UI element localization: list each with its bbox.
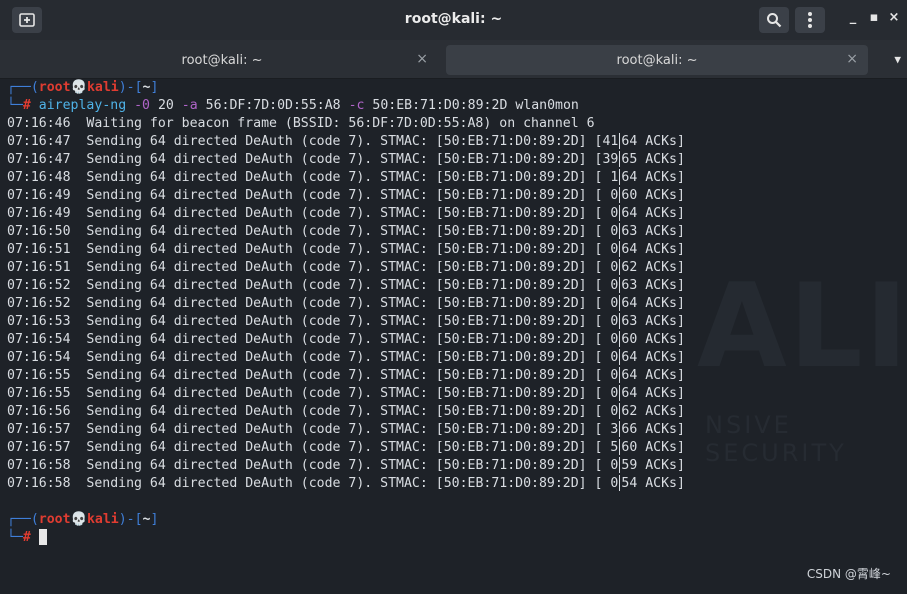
tab-2[interactable]: root@kali: ~ × <box>446 45 868 75</box>
prompt-line: ┌──(root💀kali)-[~] <box>7 80 159 95</box>
deauth-line: 07:16:52 Sending 64 directed DeAuth (cod… <box>7 295 685 311</box>
deauth-line: 07:16:49 Sending 64 directed DeAuth (cod… <box>7 187 685 203</box>
tab-close-icon[interactable]: × <box>416 51 428 67</box>
deauth-line: 07:16:57 Sending 64 directed DeAuth (cod… <box>7 421 685 437</box>
deauth-line: 07:16:48 Sending 64 directed DeAuth (cod… <box>7 169 685 185</box>
skull-icon: 💀 <box>70 80 87 95</box>
tab-bar: root@kali: ~ × root@kali: ~ × <box>0 40 907 79</box>
tab-label: root@kali: ~ <box>181 52 263 68</box>
deauth-line: 07:16:50 Sending 64 directed DeAuth (cod… <box>7 223 685 239</box>
close-button[interactable]: × <box>886 10 902 25</box>
tab-dropdown-icon[interactable]: ▼ <box>894 53 901 66</box>
deauth-line: 07:16:52 Sending 64 directed DeAuth (cod… <box>7 277 685 293</box>
deauth-line: 07:16:56 Sending 64 directed DeAuth (cod… <box>7 403 685 419</box>
kebab-menu-icon <box>808 12 812 28</box>
menu-button[interactable] <box>795 7 825 33</box>
tab-label: root@kali: ~ <box>616 52 698 68</box>
deauth-line: 07:16:49 Sending 64 directed DeAuth (cod… <box>7 205 685 221</box>
prompt-line: ┌──(root💀kali)-[~] <box>7 512 159 527</box>
text-cursor <box>38 529 47 545</box>
kali-watermark: ALI <box>697 259 907 394</box>
deauth-line: 07:16:58 Sending 64 directed DeAuth (cod… <box>7 475 685 491</box>
deauth-line: 07:16:55 Sending 64 directed DeAuth (cod… <box>7 385 685 401</box>
terminal-output[interactable]: ALI NSIVE SECURITY ┌──(root💀kali)-[~] └─… <box>0 79 907 594</box>
waiting-line: 07:16:46 Waiting for beacon frame (BSSID… <box>7 116 595 131</box>
deauth-line: 07:16:51 Sending 64 directed DeAuth (cod… <box>7 259 685 275</box>
kali-watermark-tagline: NSIVE SECURITY <box>705 411 847 467</box>
csdn-credit: CSDN @霄峰~ <box>806 567 891 581</box>
maximize-button[interactable]: ▪ <box>866 10 882 25</box>
deauth-line: 07:16:51 Sending 64 directed DeAuth (cod… <box>7 241 685 257</box>
deauth-line: 07:16:58 Sending 64 directed DeAuth (cod… <box>7 457 685 473</box>
title-bar: root@kali: ~ _ ▪ × <box>0 0 907 40</box>
input-line[interactable]: └─# <box>7 529 685 547</box>
deauth-line: 07:16:55 Sending 64 directed DeAuth (cod… <box>7 367 685 383</box>
deauth-line: 07:16:54 Sending 64 directed DeAuth (cod… <box>7 349 685 365</box>
search-button[interactable] <box>759 7 789 33</box>
deauth-line: 07:16:53 Sending 64 directed DeAuth (cod… <box>7 313 685 329</box>
deauth-line: 07:16:47 Sending 64 directed DeAuth (cod… <box>7 151 685 167</box>
search-icon <box>767 13 782 28</box>
deauth-line: 07:16:54 Sending 64 directed DeAuth (cod… <box>7 331 685 347</box>
skull-icon: 💀 <box>70 512 87 527</box>
deauth-line: 07:16:47 Sending 64 directed DeAuth (cod… <box>7 133 685 149</box>
deauth-line: 07:16:57 Sending 64 directed DeAuth (cod… <box>7 439 685 455</box>
tab-1[interactable]: root@kali: ~ × <box>6 45 438 75</box>
minimize-button[interactable]: _ <box>845 10 861 25</box>
tab-close-icon[interactable]: × <box>846 51 858 67</box>
command-line: └─# aireplay-ng -0 20 -a 56:DF:7D:0D:55:… <box>7 98 579 113</box>
